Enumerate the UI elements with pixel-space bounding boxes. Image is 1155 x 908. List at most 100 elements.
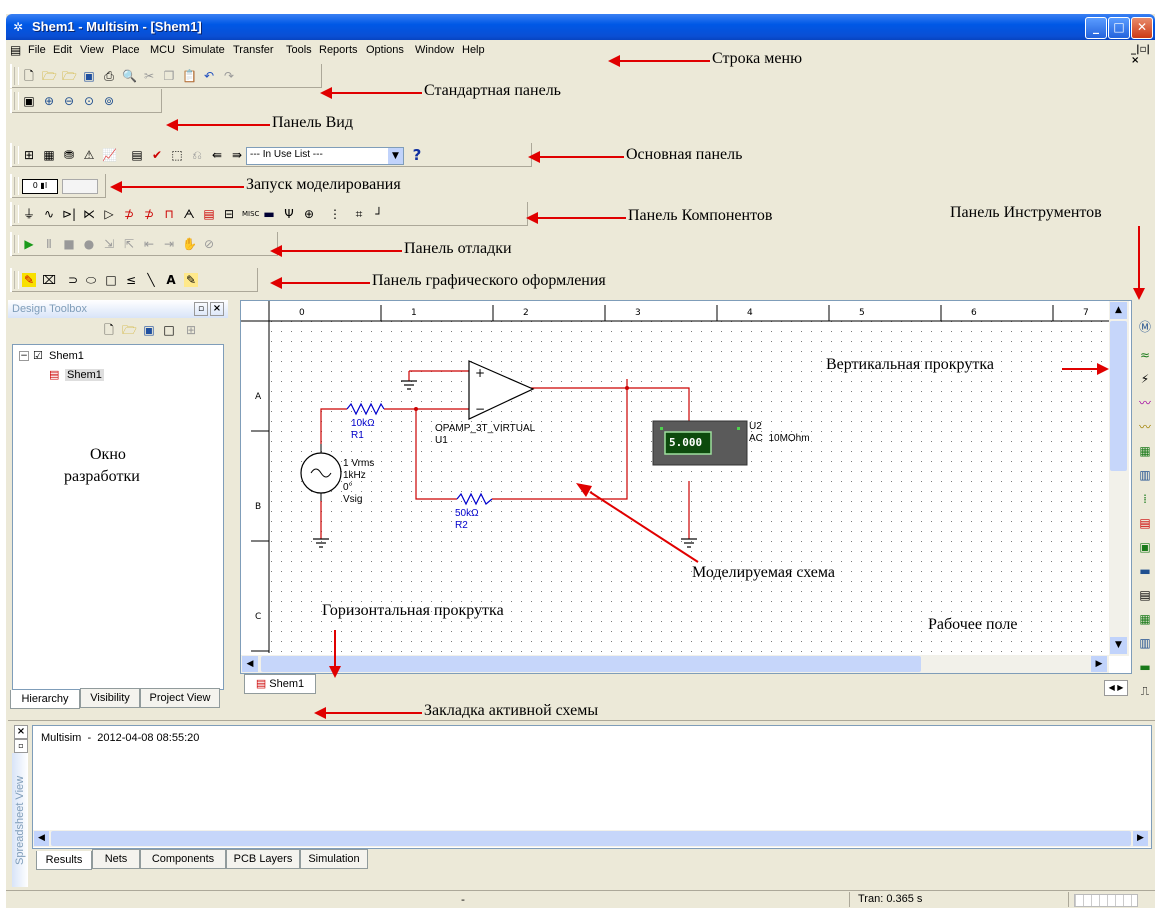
fullscreen-icon[interactable]: ▣ <box>22 94 36 108</box>
network-analyzer-icon[interactable]: ▥ <box>1138 636 1152 650</box>
new-design-icon[interactable]: 🗋 <box>102 323 116 337</box>
redo-icon[interactable]: ↷ <box>222 69 236 83</box>
zoom-out-icon[interactable]: ⊖ <box>62 94 76 108</box>
menu-window[interactable]: Window <box>415 44 454 56</box>
word-generator-icon[interactable]: ⁞ <box>1138 492 1152 506</box>
line-icon[interactable]: ╲ <box>144 273 158 287</box>
rectangle-icon[interactable]: □ <box>104 273 118 287</box>
step-into-icon[interactable]: ⇲ <box>102 237 116 251</box>
erc-icon[interactable]: ✔ <box>150 148 164 162</box>
maximize-button[interactable]: □ <box>1108 17 1130 39</box>
function-generator-icon[interactable]: ≈ <box>1138 348 1152 362</box>
spreadsheet-icon[interactable]: ▦ <box>42 148 56 162</box>
misc-digital-icon[interactable]: ⊓ <box>162 207 176 221</box>
minimize-button[interactable]: _ <box>1085 17 1107 39</box>
pause-switch-icon[interactable] <box>62 179 98 194</box>
step-out-icon[interactable]: ⇤ <box>142 237 156 251</box>
menu-place[interactable]: Place <box>112 44 140 56</box>
mcu-icon[interactable]: ⋮ <box>328 207 342 221</box>
comment-icon[interactable]: ✎ <box>184 273 198 287</box>
chevron-down-icon[interactable]: ▼ <box>388 148 403 164</box>
grapher-icon[interactable]: 📈 <box>102 148 117 162</box>
scroll-up-button[interactable]: ▲ <box>1110 302 1127 319</box>
misc-icon[interactable]: MISC <box>242 207 259 221</box>
bus-icon[interactable]: ┘ <box>372 207 386 221</box>
menu-simulate[interactable]: Simulate <box>182 44 225 56</box>
rf-icon[interactable]: Ψ <box>282 207 296 221</box>
electromechanical-icon[interactable]: ⊕ <box>302 207 316 221</box>
help-icon[interactable]: ? <box>410 148 424 163</box>
analog-icon[interactable]: ▷ <box>102 207 116 221</box>
tab-hierarchy[interactable]: Hierarchy <box>10 690 80 709</box>
step-over-icon[interactable]: ⇱ <box>122 237 136 251</box>
toolbar-grip[interactable] <box>14 235 19 253</box>
design-toolbox-header[interactable]: Design Toolbox ▫ × <box>8 300 228 318</box>
menu-help[interactable]: Help <box>462 44 485 56</box>
design-toolbox-icon[interactable]: ⊞ <box>22 148 36 162</box>
menu-file[interactable]: File <box>28 44 46 56</box>
spreadsheet-close-icon[interactable]: × <box>14 725 28 739</box>
polygon-icon[interactable]: ⌧ <box>42 273 56 287</box>
ellipse-icon[interactable]: ⬭ <box>84 273 98 287</box>
multiline-icon[interactable]: ≤ <box>124 273 138 287</box>
hierarchical-block-icon[interactable]: ⌗ <box>352 207 366 221</box>
forward-annotate-icon[interactable]: ⇛ <box>230 148 244 162</box>
toolbar-grip[interactable] <box>14 67 19 85</box>
tab-results[interactable]: Results <box>36 851 92 870</box>
breakpoint-icon[interactable]: ● <box>82 237 96 251</box>
text-icon[interactable]: A <box>164 273 178 287</box>
tab-nets[interactable]: Nets <box>92 849 140 869</box>
picture-icon[interactable]: ✎ <box>22 273 36 287</box>
logic-analyzer-icon[interactable]: ▤ <box>1138 516 1152 530</box>
results-hscrollbar[interactable]: ◀ ▶ <box>33 830 1151 847</box>
checkbox-icon[interactable]: ☑ <box>33 349 43 362</box>
open-icon[interactable]: 🗁 <box>42 69 57 83</box>
hscroll-thumb[interactable] <box>51 831 1131 846</box>
bode-plotter-icon[interactable]: ▦ <box>1138 444 1152 458</box>
tab-pcb-layers[interactable]: PCB Layers <box>226 849 300 869</box>
basic-icon[interactable]: ∿ <box>42 207 56 221</box>
zoom-area-icon[interactable]: ⊙ <box>82 94 96 108</box>
toolbar-grip[interactable] <box>14 92 19 110</box>
create-component-icon[interactable]: ⚠ <box>82 148 96 162</box>
copy-icon[interactable]: ❐ <box>162 69 176 83</box>
pause-icon[interactable]: Ⅱ <box>42 237 56 251</box>
paste-icon[interactable]: 📋 <box>182 69 197 83</box>
menu-transfer[interactable]: Transfer <box>233 44 274 56</box>
arc-icon[interactable]: ⊃ <box>66 273 80 287</box>
save-icon[interactable]: ▣ <box>82 69 96 83</box>
agilent-generator-icon[interactable]: ▬ <box>1138 660 1152 674</box>
toolbar-grip[interactable] <box>14 146 19 164</box>
diode-icon[interactable]: ⊳| <box>62 207 76 221</box>
frequency-counter-icon[interactable]: ▥ <box>1138 468 1152 482</box>
postprocessor-icon[interactable]: ▤ <box>130 148 144 162</box>
tree-child-label[interactable]: Shem1 <box>65 369 104 381</box>
menu-options[interactable]: Options <box>366 44 404 56</box>
mdi-controls[interactable]: _|▫|× <box>1131 44 1155 66</box>
tree-collapse-icon[interactable]: − <box>19 351 29 361</box>
stop-icon[interactable]: ■ <box>62 237 76 251</box>
print-preview-icon[interactable]: 🔍 <box>122 69 137 83</box>
close-icon[interactable]: × <box>210 302 224 316</box>
wattmeter-icon[interactable]: ⚡ <box>1138 372 1152 386</box>
toolbar-grip[interactable] <box>14 271 19 289</box>
tab-components[interactable]: Components <box>140 849 226 869</box>
scroll-left-button[interactable]: ◀ <box>34 831 49 846</box>
new-icon[interactable]: 🗋 <box>22 69 36 83</box>
vertical-scrollbar[interactable]: ▲ ▼ <box>1109 301 1129 656</box>
menu-edit[interactable]: Edit <box>53 44 72 56</box>
zoom-fit-icon[interactable]: ⊚ <box>102 94 116 108</box>
oscilloscope-icon[interactable]: 〰 <box>1138 396 1152 410</box>
source-icon[interactable]: ⏚ <box>22 207 36 221</box>
agilent-multimeter-icon[interactable]: ⎍ <box>1138 684 1152 698</box>
tab-visibility[interactable]: Visibility <box>80 688 140 708</box>
save-design-icon[interactable]: ▣ <box>142 323 156 337</box>
indicator-icon[interactable]: ▤ <box>202 207 216 221</box>
ttl-icon[interactable]: ⊅ <box>122 207 136 221</box>
open-design-icon[interactable]: 🗁 <box>122 323 137 337</box>
title-bar[interactable]: ✲ Shem1 - Multisim - [Shem1] _ □ ✕ <box>6 14 1155 40</box>
backannotate-icon[interactable]: ⎌ <box>190 148 204 162</box>
print-icon[interactable]: ⎙ <box>102 69 116 83</box>
tab-shem1[interactable]: ▤ Shem1 <box>244 674 316 694</box>
undo-icon[interactable]: ↶ <box>202 69 216 83</box>
